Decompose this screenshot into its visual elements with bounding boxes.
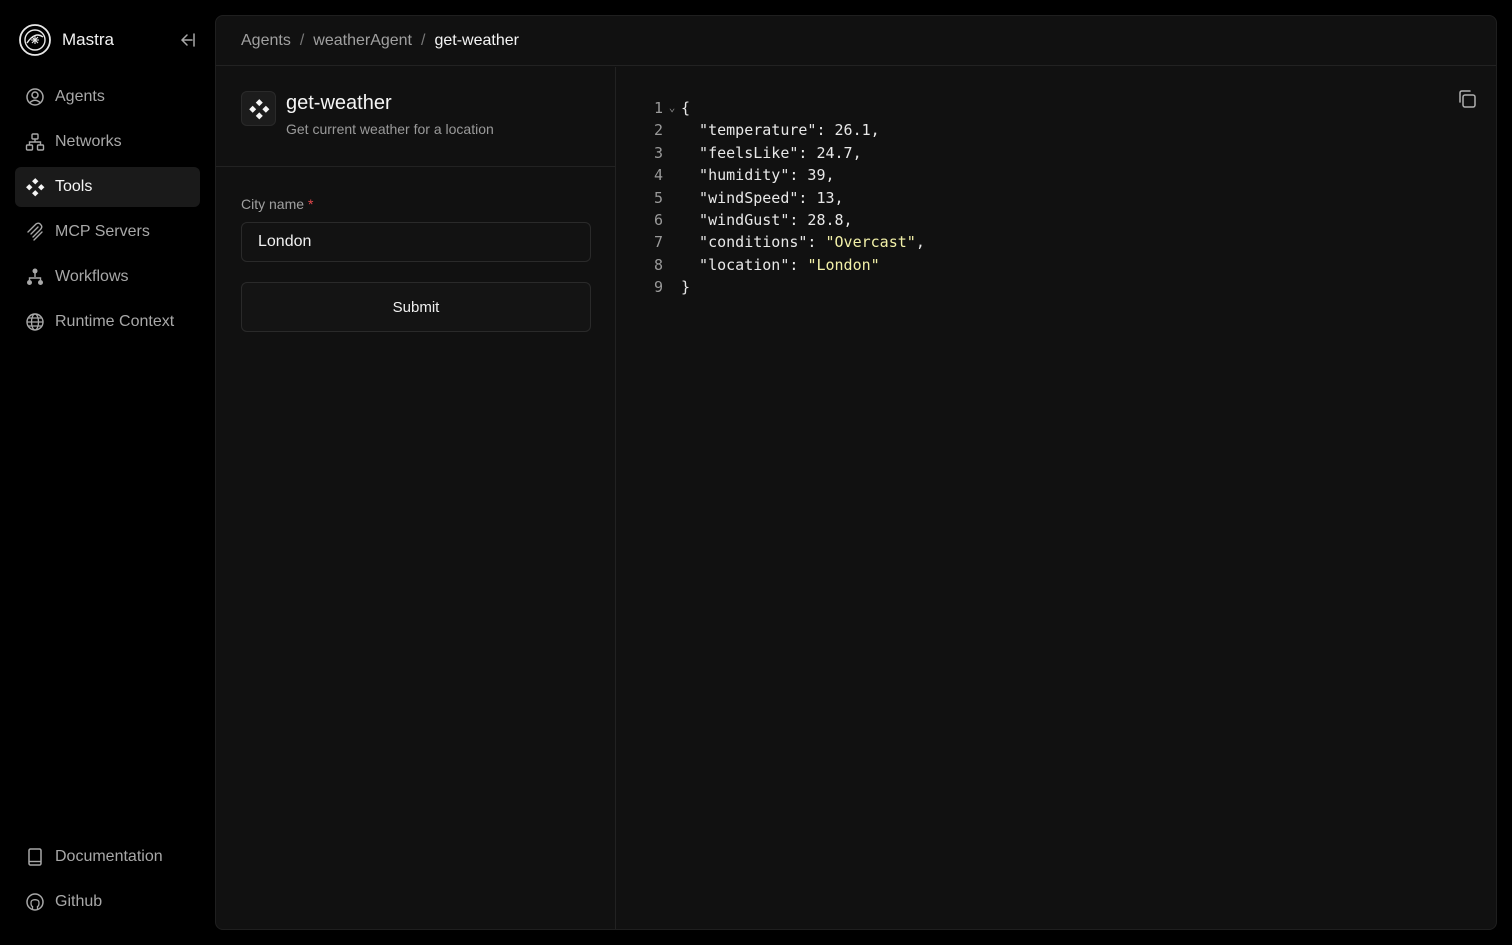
- json-result-viewer[interactable]: 1 ⌄{2 "temperature": 26.1, 3 "feelsLike": …: [637, 97, 925, 299]
- collapse-sidebar-icon[interactable]: [176, 30, 196, 50]
- tool-header: get-weather Get current weather for a lo…: [216, 67, 615, 167]
- sidebar-item-mcp-servers[interactable]: MCP Servers: [15, 212, 200, 252]
- tool-description: Get current weather for a location: [286, 121, 494, 137]
- sidebar-item-runtime-context[interactable]: Runtime Context: [15, 302, 200, 342]
- sidebar-item-label: Agents: [55, 88, 105, 105]
- breadcrumb-weather-agent[interactable]: weatherAgent: [313, 32, 412, 50]
- fold-gutter: [663, 187, 681, 209]
- tool-title: get-weather: [286, 92, 392, 114]
- line-number: 4: [653, 166, 663, 185]
- code-line: 2 "temperature": 26.1,: [637, 119, 925, 141]
- string-value: "London": [807, 255, 880, 274]
- workflow-icon: [25, 267, 45, 287]
- string-value: "Overcast": [825, 233, 916, 252]
- line-number: 9: [653, 278, 663, 297]
- fold-gutter: [663, 164, 681, 186]
- code-text: "conditions": "Overcast",: [681, 233, 925, 252]
- sidebar-item-label: Runtime Context: [55, 313, 175, 330]
- network-icon: [25, 132, 45, 152]
- sidebar-item-label: Networks: [55, 133, 122, 150]
- sidebar-item-networks[interactable]: Networks: [15, 122, 200, 162]
- book-icon: [25, 847, 45, 867]
- sidebar-item-label: Tools: [55, 178, 93, 195]
- sidebar-bottom-nav: Documentation Github: [15, 837, 200, 927]
- sidebar-item-github[interactable]: Github: [15, 882, 200, 922]
- breadcrumb-separator: /: [421, 31, 426, 49]
- code-line: 6 "windGust": 28.8,: [637, 209, 925, 231]
- mastra-logo-icon: [19, 24, 51, 56]
- sidebar-item-label: Github: [55, 893, 103, 910]
- tools-icon: [248, 98, 269, 119]
- fold-gutter: [663, 276, 681, 298]
- code-line: 4 "humidity": 39,: [637, 164, 925, 186]
- sidebar-item-workflows[interactable]: Workflows: [15, 257, 200, 297]
- required-mark: *: [308, 196, 314, 212]
- code-line: 9}: [637, 276, 925, 298]
- code-text: "location": "London": [681, 255, 880, 274]
- city-name-label: City name *: [241, 196, 313, 212]
- city-name-label-text: City name: [241, 196, 305, 212]
- line-number: 7: [653, 233, 663, 252]
- fold-gutter: [663, 119, 681, 141]
- code-line: 7 "conditions": "Overcast",: [637, 231, 925, 253]
- code-text: }: [681, 278, 691, 297]
- mcp-icon: [25, 222, 45, 242]
- line-number: 3: [653, 143, 663, 162]
- code-line: 8 "location": "London": [637, 254, 925, 276]
- submit-button[interactable]: Submit: [241, 282, 591, 332]
- tool-form-pane: get-weather Get current weather for a lo…: [216, 67, 616, 929]
- sidebar-item-label: MCP Servers: [55, 223, 150, 240]
- globe-icon: [25, 312, 45, 332]
- breadcrumb-current: get-weather: [434, 31, 519, 49]
- code-text: "windSpeed": 13,: [681, 188, 844, 207]
- sidebar-nav: Agents Networks Tools MCP Servers Workfl…: [15, 77, 200, 347]
- line-number: 1: [653, 99, 663, 117]
- result-pane: 1 ⌄{2 "temperature": 26.1, 3 "feelsLike": …: [617, 67, 1496, 929]
- code-text: "temperature": 26.1,: [681, 121, 880, 140]
- tool-badge: [241, 91, 276, 126]
- city-name-input[interactable]: [241, 222, 591, 262]
- code-text: {: [681, 99, 691, 117]
- fold-chevron-icon[interactable]: ⌄: [663, 97, 681, 119]
- code-text: "windGust": 28.8,: [681, 210, 853, 229]
- line-number: 2: [653, 121, 663, 140]
- sidebar-item-documentation[interactable]: Documentation: [15, 837, 200, 877]
- line-number: 5: [653, 188, 663, 207]
- breadcrumb-separator: /: [299, 31, 305, 49]
- sidebar-item-label: Documentation: [55, 848, 163, 865]
- code-line: 1 ⌄{: [637, 97, 925, 119]
- code-line: 5 "windSpeed": 13,: [637, 187, 925, 209]
- fold-gutter: [663, 142, 681, 164]
- app-root: Mastra Agents Networks Tools MCP Servers…: [0, 0, 1512, 945]
- brand-name: Mastra: [62, 30, 114, 49]
- breadcrumb-agents[interactable]: Agents: [241, 32, 291, 50]
- line-number: 6: [653, 210, 663, 229]
- github-icon: [25, 892, 45, 912]
- sidebar-item-tools[interactable]: Tools: [15, 167, 200, 207]
- main-panel: Agents / weatherAgent / get-weather get-…: [215, 15, 1497, 930]
- fold-gutter: [663, 254, 681, 276]
- code-line: 3 "feelsLike": 24.7,: [637, 142, 925, 164]
- sidebar: Mastra Agents Networks Tools MCP Servers…: [0, 0, 215, 945]
- line-number: 8: [653, 255, 663, 274]
- copy-icon[interactable]: [1456, 88, 1478, 110]
- sidebar-item-label: Workflows: [55, 268, 129, 285]
- brand: Mastra: [18, 22, 198, 58]
- fold-gutter: [663, 209, 681, 231]
- fold-gutter: [663, 231, 681, 253]
- tools-icon: [25, 177, 45, 197]
- sidebar-item-agents[interactable]: Agents: [15, 77, 200, 117]
- breadcrumb: Agents / weatherAgent / get-weather: [216, 16, 1496, 66]
- code-text: "humidity": 39,: [681, 166, 835, 185]
- code-text: "feelsLike": 24.7,: [681, 143, 862, 162]
- user-circle-icon: [25, 87, 45, 107]
